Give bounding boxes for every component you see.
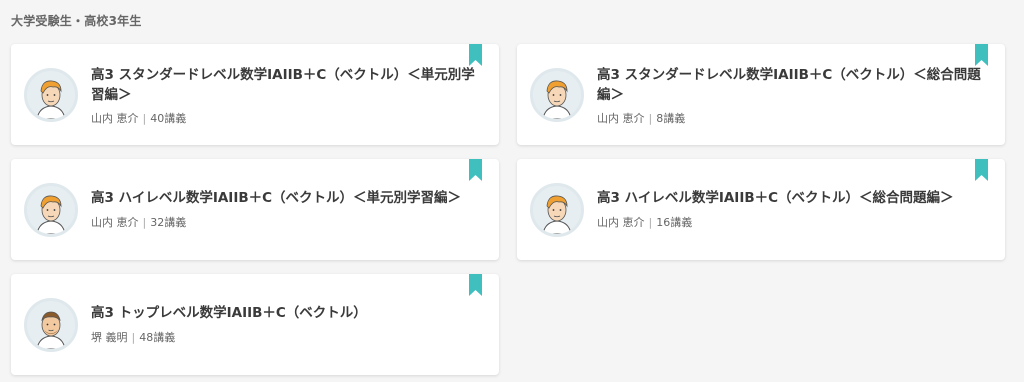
- course-meta: 山内 恵介 | 32講義: [91, 214, 186, 230]
- lecture-count: 8講義: [656, 112, 686, 125]
- teacher-avatar: [24, 298, 78, 352]
- course-title[interactable]: 高3 スタンダードレベル数学IAIIB＋C（ベクトル）＜総合問題編＞: [597, 65, 985, 105]
- teacher-name: 山内 恵介: [597, 112, 645, 125]
- meta-separator: |: [131, 331, 136, 344]
- section-title: 大学受験生・高校3年生: [11, 14, 142, 28]
- teacher-avatar: [24, 183, 78, 237]
- meta-separator: |: [648, 112, 653, 125]
- teacher-name: 山内 恵介: [91, 216, 139, 229]
- course-meta: 堺 義明 | 48講義: [91, 329, 175, 345]
- bookmark-icon[interactable]: [469, 274, 482, 296]
- lecture-count: 32講義: [150, 216, 187, 229]
- course-card[interactable]: 高3 スタンダードレベル数学IAIIB＋C（ベクトル）＜総合問題編＞ 山内 恵介…: [517, 44, 1005, 145]
- lecture-count: 48講義: [139, 331, 176, 344]
- meta-separator: |: [648, 216, 653, 229]
- course-meta: 山内 恵介 | 40講義: [91, 110, 186, 126]
- teacher-avatar: [530, 183, 584, 237]
- course-title[interactable]: 高3 ハイレベル数学IAIIB＋C（ベクトル）＜総合問題編＞: [597, 188, 985, 208]
- teacher-name: 山内 恵介: [597, 216, 645, 229]
- course-title[interactable]: 高3 トップレベル数学IAIIB＋C（ベクトル）: [91, 303, 479, 323]
- course-card[interactable]: 高3 スタンダードレベル数学IAIIB＋C（ベクトル）＜単元別学習編＞ 山内 恵…: [11, 44, 499, 145]
- teacher-name: 山内 恵介: [91, 112, 139, 125]
- bookmark-icon[interactable]: [975, 159, 988, 181]
- course-card[interactable]: 高3 トップレベル数学IAIIB＋C（ベクトル） 堺 義明 | 48講義: [11, 274, 499, 375]
- teacher-avatar: [24, 68, 78, 122]
- meta-separator: |: [142, 112, 147, 125]
- meta-separator: |: [142, 216, 147, 229]
- bookmark-icon[interactable]: [469, 44, 482, 66]
- course-meta: 山内 恵介 | 8講義: [597, 110, 685, 126]
- lecture-count: 40講義: [150, 112, 187, 125]
- course-title[interactable]: 高3 スタンダードレベル数学IAIIB＋C（ベクトル）＜単元別学習編＞: [91, 65, 479, 105]
- course-card[interactable]: 高3 ハイレベル数学IAIIB＋C（ベクトル）＜単元別学習編＞ 山内 恵介 | 32…: [11, 159, 499, 260]
- course-title[interactable]: 高3 ハイレベル数学IAIIB＋C（ベクトル）＜単元別学習編＞: [91, 188, 479, 208]
- teacher-name: 堺 義明: [91, 331, 128, 344]
- bookmark-icon[interactable]: [975, 44, 988, 66]
- course-meta: 山内 恵介 | 16講義: [597, 214, 692, 230]
- lecture-count: 16講義: [656, 216, 693, 229]
- teacher-avatar: [530, 68, 584, 122]
- course-card[interactable]: 高3 ハイレベル数学IAIIB＋C（ベクトル）＜総合問題編＞ 山内 恵介 | 16講…: [517, 159, 1005, 260]
- bookmark-icon[interactable]: [469, 159, 482, 181]
